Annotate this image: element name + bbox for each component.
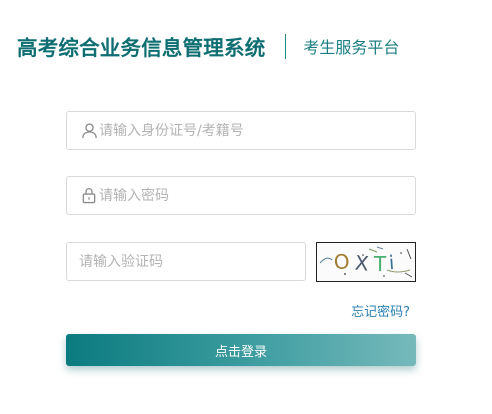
header: 高考综合业务信息管理系统 考生服务平台 [17,30,399,62]
username-field[interactable] [66,111,416,150]
password-field[interactable] [66,176,416,215]
captcha-image[interactable]: O X T i [316,242,416,282]
captcha-char-1: O [333,249,351,275]
forgot-password-link[interactable]: 忘记密码? [351,301,410,320]
header-divider [285,33,287,59]
platform-subtitle: 考生服务平台 [303,38,400,57]
captcha-char-3: T [373,252,387,276]
login-button[interactable]: 点击登录 [66,334,416,366]
captcha-field[interactable] [66,242,306,281]
user-icon [80,122,98,140]
login-page: 高考综合业务信息管理系统 考生服务平台 请输入身份证号/考籍号 请输入验证码 O… [0,0,492,414]
captcha-input[interactable] [67,243,305,280]
captcha-char-2: X [354,251,370,276]
password-input[interactable] [99,177,415,214]
lock-icon [80,187,98,205]
system-title: 高考综合业务信息管理系统 [17,36,266,60]
username-input[interactable] [99,112,415,149]
